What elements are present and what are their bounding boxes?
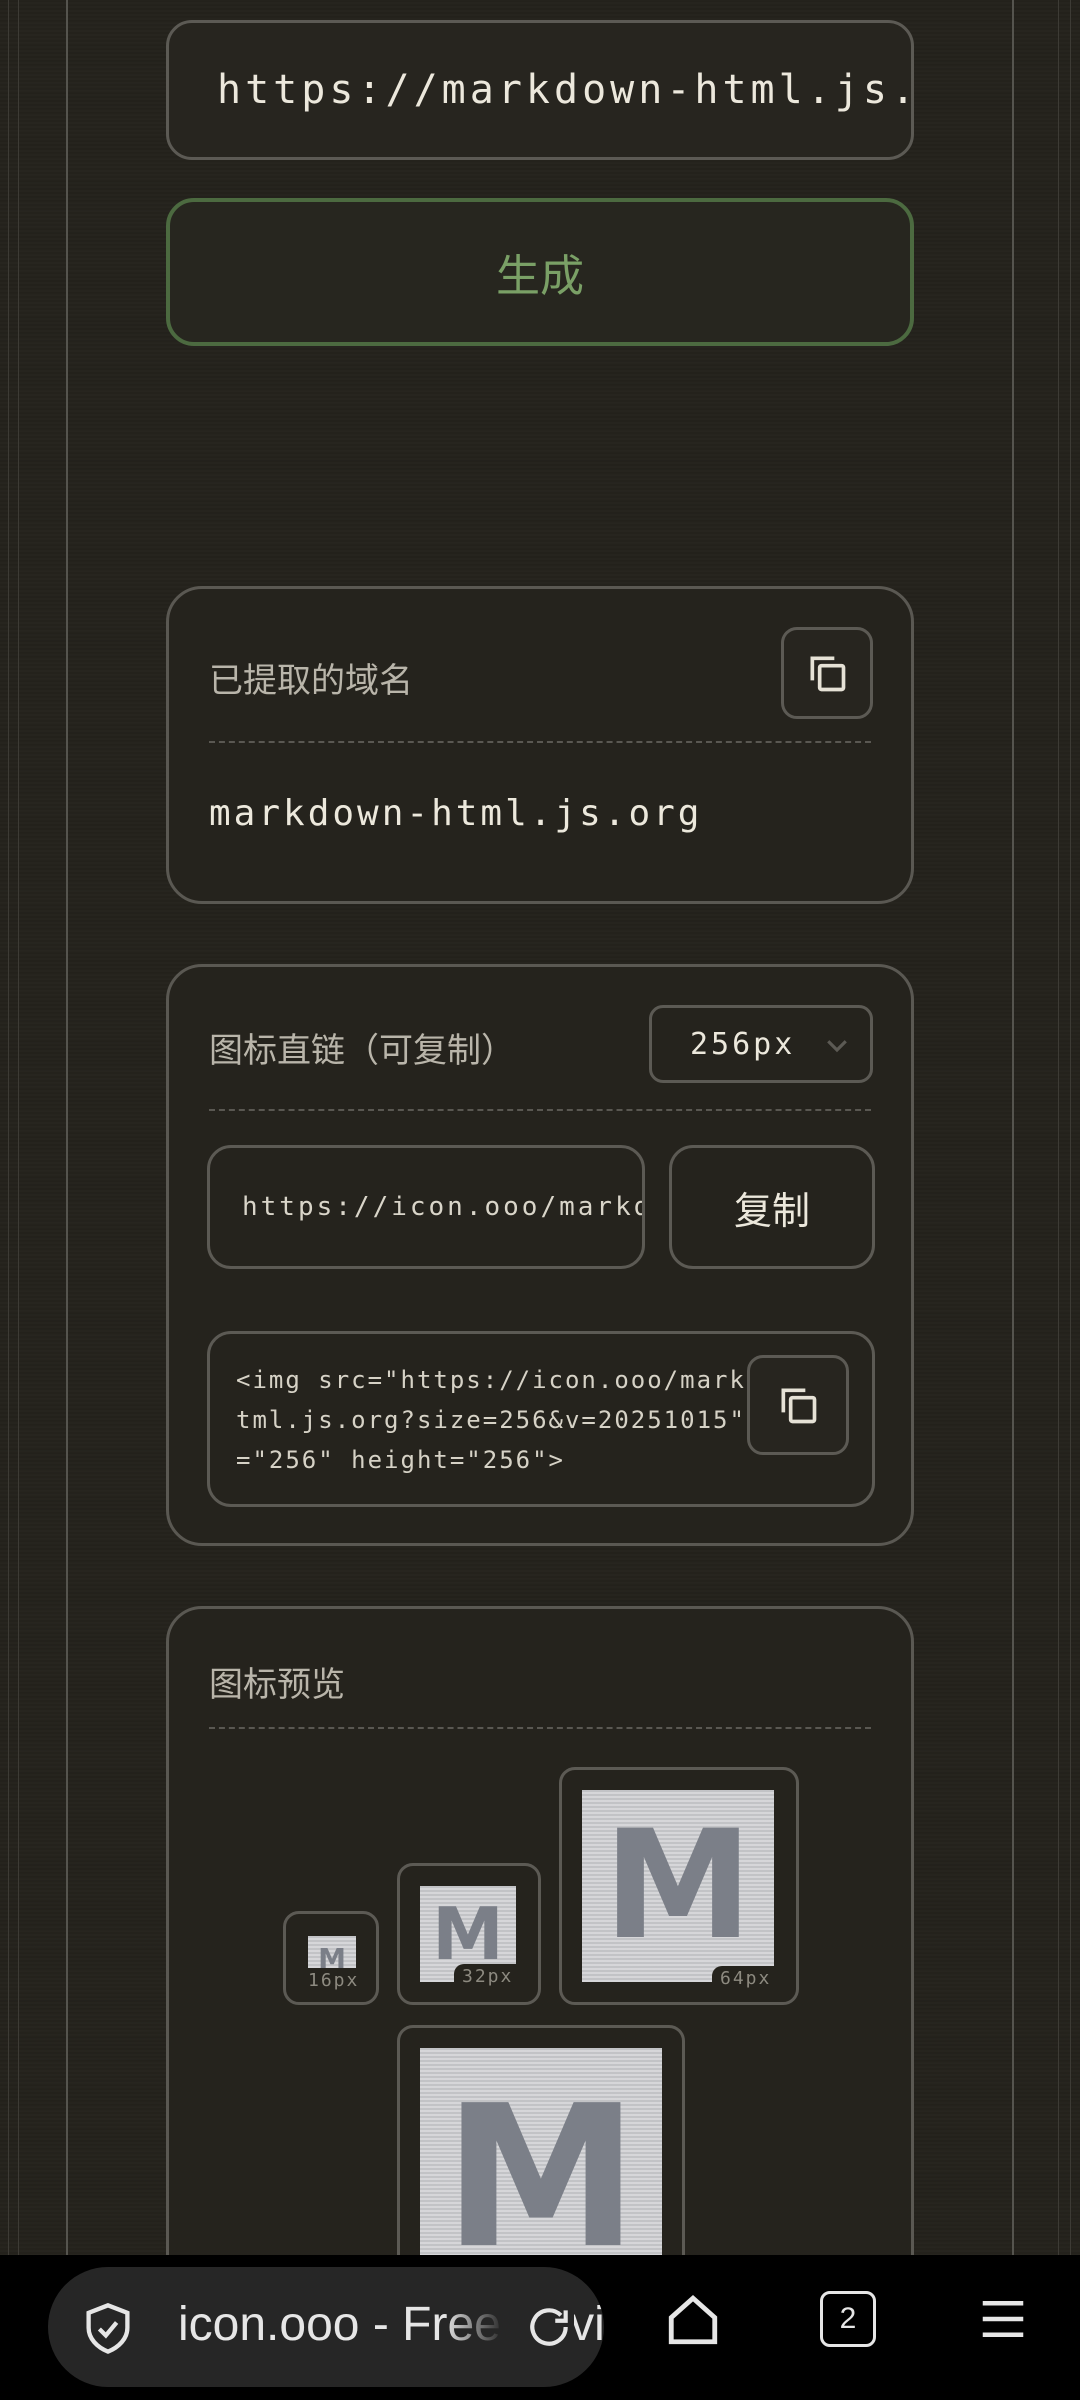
icon-glyph: M — [318, 1941, 346, 1969]
frame-line — [1058, 0, 1059, 2255]
reload-icon[interactable] — [518, 2299, 574, 2355]
icon-link-value: https://icon.ooo/markdown-html.js.org?si… — [242, 1192, 642, 1222]
icon-link-card-title: 图标直链（可复制） — [209, 1031, 515, 1071]
divider — [209, 1727, 871, 1729]
generate-button-label: 生成 — [496, 251, 584, 302]
size-select-value: 256px — [690, 1026, 796, 1062]
url-input[interactable]: https://markdown-html.js.org — [166, 20, 914, 160]
copy-link-button-label: 复制 — [733, 1188, 810, 1233]
url-input-value: https://markdown-html.js.org — [217, 67, 911, 113]
tab-count: 2 — [839, 2302, 857, 2335]
address-bar[interactable]: icon.ooo - Free Favicon — [48, 2267, 604, 2387]
address-fade — [444, 2267, 504, 2387]
icon-glyph: M — [603, 1799, 753, 1973]
frame-line — [18, 0, 19, 2255]
icon-image: M — [582, 1790, 774, 1982]
copy-code-button[interactable] — [747, 1355, 849, 1455]
copy-icon — [781, 1388, 817, 1424]
tabs-button[interactable]: 2 — [820, 2291, 876, 2347]
chevron-down-icon — [827, 1040, 847, 1053]
divider — [209, 1109, 871, 1111]
home-icon[interactable] — [664, 2291, 722, 2349]
copy-link-button[interactable]: 复制 — [669, 1145, 875, 1269]
icon-preview-card: 图标预览 M 16px M 32px M 64px M — [166, 1606, 914, 2400]
icon-thumb-64: M 64px — [559, 1767, 799, 2005]
icon-image: M — [308, 1936, 356, 1968]
icon-link-input[interactable]: https://icon.ooo/markdown-html.js.org?si… — [207, 1145, 645, 1269]
shield-icon[interactable] — [82, 2301, 134, 2357]
extracted-domain: markdown-html.js.org — [209, 793, 703, 834]
copy-icon — [810, 656, 846, 692]
size-label: 32px — [454, 1964, 522, 1989]
icon-glyph: M — [443, 2064, 639, 2292]
domain-card-title: 已提取的域名 — [209, 661, 413, 701]
frame-line — [66, 0, 68, 2255]
frame-line — [8, 0, 9, 2255]
size-select[interactable]: 256px — [649, 1005, 873, 1083]
frame-line — [1012, 0, 1014, 2255]
icon-preview-card-title: 图标预览 — [209, 1665, 345, 1705]
divider — [209, 741, 871, 743]
size-label: 16px — [308, 1970, 360, 1991]
size-label: 64px — [712, 1966, 780, 1991]
domain-card: 已提取的域名 markdown-html.js.org — [166, 586, 914, 904]
browser-bottom-bar: icon.ooo - Free Favicon 2 — [0, 2255, 1080, 2400]
icon-thumb-16: M 16px — [283, 1911, 379, 2005]
menu-icon[interactable] — [976, 2291, 1030, 2347]
icon-link-card: 图标直链（可复制） 256px https://icon.ooo/markdow… — [166, 964, 914, 1546]
frame-line — [1070, 0, 1071, 2255]
icon-thumb-32: M 32px — [397, 1863, 541, 2005]
copy-domain-button[interactable] — [781, 627, 873, 719]
generate-button[interactable]: 生成 — [166, 198, 914, 346]
